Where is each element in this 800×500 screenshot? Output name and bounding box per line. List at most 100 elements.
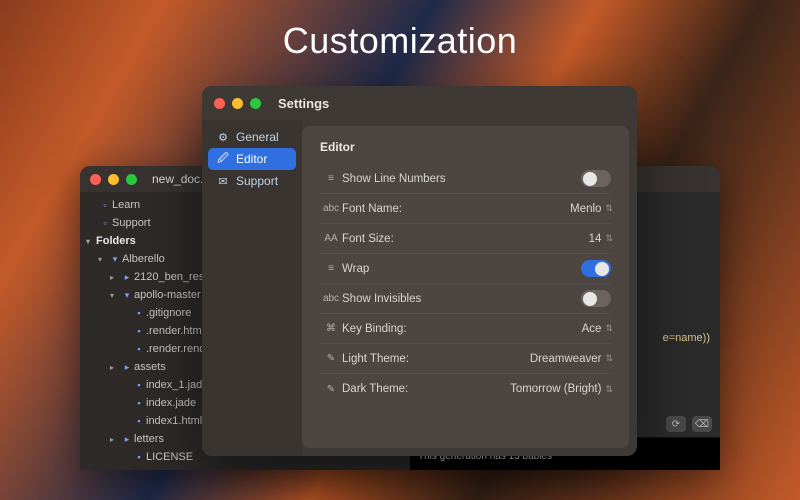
nav-item-general[interactable]: ⚙ General xyxy=(208,126,296,148)
setting-row-icon: ≡ xyxy=(320,173,342,184)
folder-open-icon: ▾ xyxy=(120,290,134,301)
chevron-icon: ▸ xyxy=(110,273,120,282)
setting-row-icon: ⌘ xyxy=(320,323,342,334)
toggle-show-invisibles[interactable] xyxy=(581,290,611,307)
select-value: Tomorrow (Bright) xyxy=(510,383,601,395)
sidebar-item-label: Support xyxy=(112,217,151,229)
setting-row-icon: abc xyxy=(320,293,342,304)
chevron-icon: ▾ xyxy=(98,255,108,264)
toggle-show-line-numbers[interactable] xyxy=(581,170,611,187)
folder-icon: ▸ xyxy=(120,434,134,445)
editor-icon: 🖉 xyxy=(216,150,230,169)
folder-open-icon: ▾ xyxy=(108,254,122,265)
folder-icon: ▸ xyxy=(120,272,134,283)
select-font-name-[interactable]: Menlo ⇅ xyxy=(570,203,611,215)
setting-row-label: Font Size: xyxy=(342,233,589,245)
select-light-theme-[interactable]: Dreamweaver⇅ xyxy=(530,353,611,365)
tree-item-label: .render.html xyxy=(146,325,204,337)
select-key-binding-[interactable]: Ace⇅ xyxy=(582,323,611,335)
book-icon: ▫ xyxy=(98,218,112,228)
setting-row-label: Font Name: xyxy=(342,203,570,215)
chevron-icon: ▾ xyxy=(110,291,120,300)
settings-window: Settings ⚙General🖉Editor✉Support Editor … xyxy=(202,86,637,456)
stepper-icon: ⇅ xyxy=(605,233,611,244)
setting-row: ⌘Key Binding:Ace⇅ xyxy=(320,314,611,344)
select-font-size-[interactable]: 14⇅ xyxy=(589,233,611,245)
file-icon: ▪ xyxy=(132,452,146,462)
stepper-icon: ⇅ xyxy=(605,323,611,334)
tree-row[interactable]: ▪README.md xyxy=(80,466,245,470)
general-icon: ⚙ xyxy=(216,131,230,144)
code-fragment: e=name)) xyxy=(663,332,710,344)
tree-item-label: index_1.jade xyxy=(146,379,208,391)
support-icon: ✉ xyxy=(216,175,230,188)
setting-row-label: Light Theme: xyxy=(342,353,530,365)
close-icon[interactable] xyxy=(214,98,225,109)
select-value: Dreamweaver xyxy=(530,353,602,365)
tree-item-label: letters xyxy=(134,433,164,445)
setting-row-icon: abc xyxy=(320,203,342,214)
tree-item-label: README.md xyxy=(146,469,211,470)
nav-item-label: Editor xyxy=(236,152,267,166)
folders-heading-label: Folders xyxy=(96,235,136,247)
nav-item-label: Support xyxy=(236,174,278,188)
folder-icon: ▸ xyxy=(120,362,134,373)
file-icon: ▪ xyxy=(132,380,146,390)
settings-window-title: Settings xyxy=(278,96,329,111)
minimize-icon[interactable] xyxy=(108,174,119,185)
setting-row: ✎Light Theme:Dreamweaver⇅ xyxy=(320,344,611,374)
select-value: Ace xyxy=(582,323,602,335)
settings-sidebar: ⚙ General 🖉 Editor ✉ Support xyxy=(202,120,302,456)
setting-row-label: Show Line Numbers xyxy=(342,173,581,185)
file-icon: ▪ xyxy=(132,308,146,318)
setting-row-label: Dark Theme: xyxy=(342,383,510,395)
setting-row: AAFont Size:14⇅ xyxy=(320,224,611,254)
setting-row: ≡Show Line Numbers xyxy=(320,164,611,194)
minimize-icon[interactable] xyxy=(232,98,243,109)
select-value: 14 xyxy=(589,233,602,245)
file-icon: ▪ xyxy=(132,398,146,408)
maximize-icon[interactable] xyxy=(250,98,261,109)
file-icon: ▪ xyxy=(132,326,146,336)
setting-row: ✎Dark Theme:Tomorrow (Bright) ⇅ xyxy=(320,374,611,404)
file-icon: ▪ xyxy=(132,416,146,426)
close-icon[interactable] xyxy=(90,174,101,185)
tree-item-label: assets xyxy=(134,361,166,373)
stepper-icon: ⇅ xyxy=(605,353,611,364)
settings-titlebar: Settings xyxy=(202,86,637,120)
settings-content: Editor ≡Show Line NumbersabcFont Name:Me… xyxy=(302,126,629,448)
tree-item-label: Alberello xyxy=(122,253,165,265)
stepper-icon: ⇅ xyxy=(605,203,611,214)
setting-row-icon: ✎ xyxy=(320,353,342,364)
settings-section-title: Editor xyxy=(320,140,611,154)
select-dark-theme-[interactable]: Tomorrow (Bright) ⇅ xyxy=(510,383,611,395)
tree-item-label: .gitignore xyxy=(146,307,191,319)
nav-item-editor[interactable]: 🖉 Editor xyxy=(208,148,296,170)
setting-row: abcFont Name:Menlo ⇅ xyxy=(320,194,611,224)
hero-title: Customization xyxy=(0,20,800,62)
sidebar-item-label: Learn xyxy=(112,199,140,211)
terminal-refresh-button[interactable]: ⟳ xyxy=(666,416,686,432)
setting-row-icon: ✎ xyxy=(320,384,342,395)
book-icon: ▫ xyxy=(98,200,112,210)
stepper-icon: ⇅ xyxy=(605,384,611,395)
file-icon: ▪ xyxy=(132,344,146,354)
setting-row-label: Wrap xyxy=(342,263,581,275)
setting-row-icon: AA xyxy=(320,233,342,244)
tree-item-label: index1.html xyxy=(146,415,202,427)
nav-item-support[interactable]: ✉ Support xyxy=(208,170,296,192)
chevron-icon: ▸ xyxy=(110,435,120,444)
setting-row: abcShow Invisibles xyxy=(320,284,611,314)
maximize-icon[interactable] xyxy=(126,174,137,185)
terminal-clear-button[interactable]: ⌫ xyxy=(692,416,712,432)
tree-item-label: apollo-master xyxy=(134,289,201,301)
toggle-wrap[interactable] xyxy=(581,260,611,277)
tree-item-label: index.jade xyxy=(146,397,196,409)
tree-item-label: LICENSE xyxy=(146,451,193,463)
setting-row-label: Show Invisibles xyxy=(342,293,581,305)
chevron-icon: ▸ xyxy=(110,363,120,372)
select-value: Menlo xyxy=(570,203,601,215)
nav-item-label: General xyxy=(236,130,279,144)
setting-row-icon: ≡ xyxy=(320,263,342,274)
setting-row: ≡Wrap xyxy=(320,254,611,284)
